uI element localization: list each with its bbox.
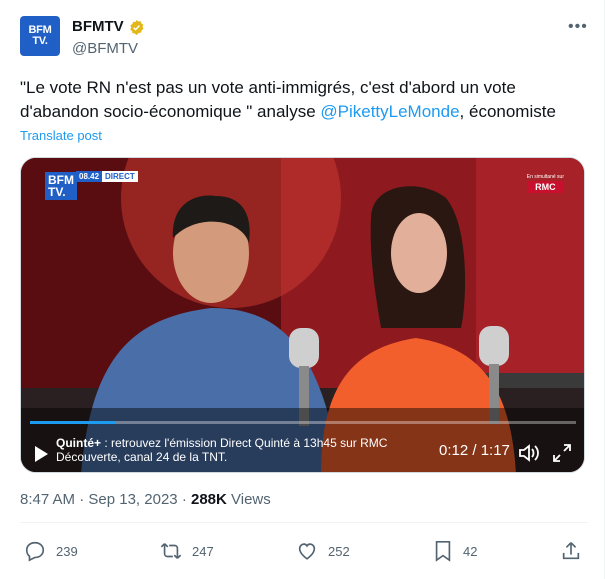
tweet-meta: 8:47 AM · Sep 13, 2023 · 288K Views (20, 491, 271, 508)
volume-icon[interactable] (518, 443, 540, 463)
tweet-text-end: , économiste (459, 102, 556, 121)
bfm-logo-bottom: TV. (48, 185, 66, 199)
tweet-time[interactable]: 8:47 AM (20, 491, 75, 508)
author-name[interactable]: BFMTV (72, 18, 124, 35)
mention-link[interactable]: @PikettyLeMonde (320, 102, 459, 121)
caption-line2: Découverte, canal 24 de la TNT. (56, 450, 228, 464)
live-time: 08.42 (76, 171, 103, 182)
views-label: Views (231, 491, 271, 508)
rmc-logo: En simultané sur RMC (526, 174, 564, 193)
video-time: 0:12 / 1:17 (439, 442, 510, 459)
like-button[interactable]: 252 (296, 540, 350, 562)
share-icon (562, 542, 580, 560)
video-caption: Quinté+ : retrouvez l'émission Direct Qu… (56, 436, 387, 464)
reply-button[interactable]: 239 (24, 540, 78, 562)
bookmark-count: 42 (463, 543, 478, 559)
play-icon[interactable] (35, 446, 48, 462)
share-button[interactable] (561, 540, 591, 562)
views-count: 288K (190, 491, 227, 508)
meta-separator: · (79, 491, 85, 508)
more-options-icon[interactable]: ••• (568, 18, 588, 36)
avatar-text-bottom: TV. (32, 35, 48, 47)
meta-separator: · (181, 491, 187, 508)
repost-count: 247 (192, 543, 214, 559)
repost-icon (160, 543, 182, 559)
caption-line1: : retrouvez l'émission Direct Quinté à 1… (101, 436, 388, 450)
reply-icon (25, 541, 45, 562)
author-handle[interactable]: @BFMTV (72, 40, 138, 57)
translate-post-link[interactable]: Translate post (20, 128, 102, 143)
heart-icon (298, 543, 316, 560)
avatar[interactable]: BFM TV. (20, 16, 60, 56)
repost-button[interactable]: 247 (160, 540, 214, 562)
live-badge: 08.42 DIRECT (76, 171, 138, 182)
divider (20, 522, 588, 523)
video-player[interactable]: BFM TV. 08.42 DIRECT En simultané sur RMC… (20, 157, 585, 473)
caption-brand: Quinté+ (56, 436, 102, 450)
bookmark-icon (435, 541, 451, 562)
tweet-text: "Le vote RN n'est pas un vote anti-immig… (20, 76, 588, 124)
rmc-small-text: En simultané sur (526, 174, 564, 180)
bookmark-button[interactable]: 42 (433, 540, 477, 562)
video-frame (21, 158, 584, 472)
bfm-logo: BFM TV. (45, 172, 77, 200)
like-count: 252 (328, 543, 350, 559)
tweet-date[interactable]: Sep 13, 2023 (88, 491, 177, 508)
reply-count: 239 (56, 543, 78, 559)
verified-badge-icon (130, 20, 144, 35)
live-label: DIRECT (102, 171, 138, 182)
tweet-card: BFM TV. BFMTV @BFMTV ••• "Le vote RN n'e… (0, 0, 605, 579)
video-progress-fill (30, 421, 116, 424)
fullscreen-icon[interactable] (553, 444, 571, 462)
video-progress-bar[interactable] (30, 421, 576, 424)
rmc-label: RMC (526, 181, 564, 193)
